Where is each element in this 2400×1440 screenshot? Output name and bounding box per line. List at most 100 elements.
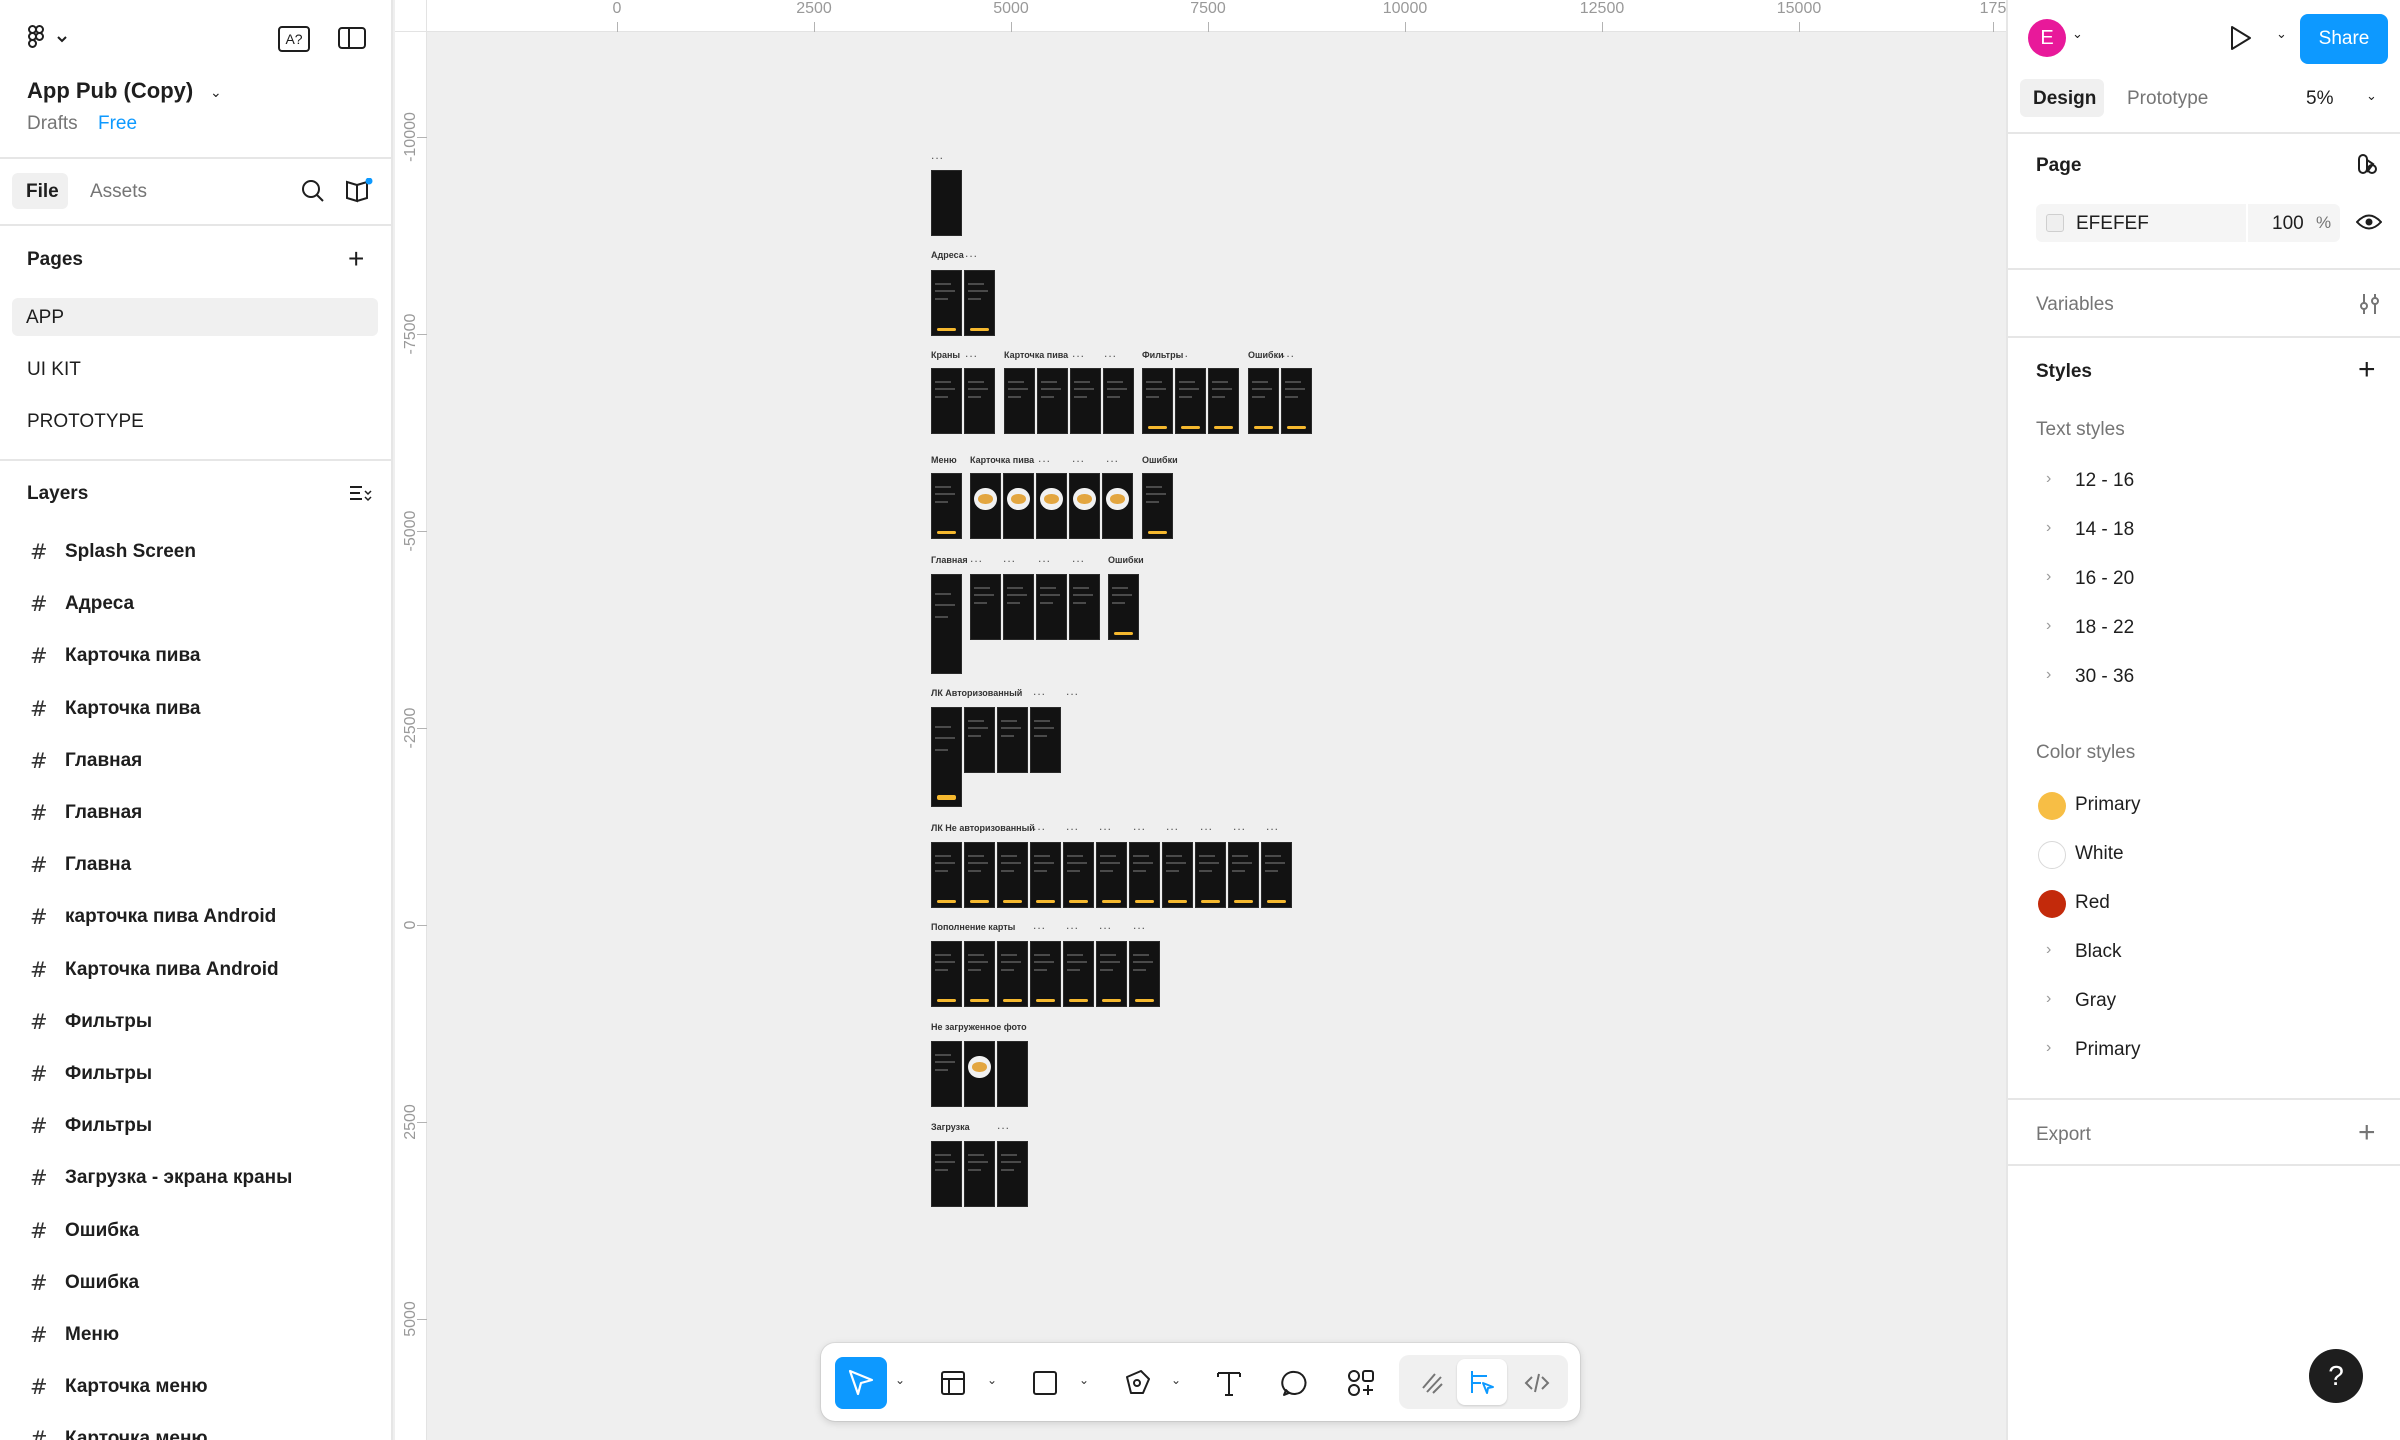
screen-frame[interactable] xyxy=(1096,842,1127,908)
screen-frame[interactable] xyxy=(1175,368,1206,434)
avatar[interactable]: E xyxy=(2028,19,2066,57)
screen-frame[interactable] xyxy=(931,842,962,908)
section-label[interactable]: Карточка пива xyxy=(1004,350,1068,360)
section-label[interactable]: Меню xyxy=(931,455,957,465)
frame-tool-chevron-icon[interactable]: ⌄ xyxy=(987,1373,997,1387)
screen-frame[interactable] xyxy=(1096,941,1127,1007)
screen-frame[interactable] xyxy=(931,1141,962,1207)
section-label[interactable]: ЛК Авторизованный xyxy=(931,688,1022,698)
canvas[interactable]: 0 2500 5000 7500 10000 12500 15000 175 -10000 -7… xyxy=(395,0,2006,1440)
screen-frame[interactable] xyxy=(1142,473,1173,539)
color-style-item[interactable]: Primary xyxy=(2008,784,2400,828)
page-item-ui-kit[interactable]: UI KIT xyxy=(27,359,81,381)
tab-assets[interactable]: Assets xyxy=(90,181,147,203)
screen-frame[interactable] xyxy=(997,941,1028,1007)
dev-mode-button[interactable] xyxy=(1511,1357,1563,1409)
section-label[interactable]: Ошибки xyxy=(1108,555,1144,565)
screen-frame[interactable] xyxy=(1063,842,1094,908)
export-title[interactable]: Export xyxy=(2036,1124,2091,1146)
screen-frame[interactable] xyxy=(964,270,995,336)
search-icon[interactable] xyxy=(300,178,326,209)
screen-frame[interactable] xyxy=(1036,473,1067,539)
section-label[interactable]: Не загруженное фото xyxy=(931,1022,1027,1032)
text-style-item[interactable]: › 18 - 22 xyxy=(2008,607,2400,651)
screen-frame[interactable] xyxy=(931,170,962,236)
screen-frame[interactable] xyxy=(1195,842,1226,908)
layer-item[interactable]: # Главна xyxy=(0,839,391,891)
screen-frame[interactable] xyxy=(1261,842,1292,908)
present-play-icon[interactable] xyxy=(2228,24,2254,57)
zoom-chevron-icon[interactable]: ⌄ xyxy=(2366,88,2377,104)
move-tool-button[interactable] xyxy=(835,1357,887,1409)
shape-tool-chevron-icon[interactable]: ⌄ xyxy=(1079,1373,1089,1387)
text-style-item[interactable]: › 30 - 36 xyxy=(2008,656,2400,700)
tab-file[interactable]: File xyxy=(12,173,68,209)
text-style-item[interactable]: › 14 - 18 xyxy=(2008,509,2400,553)
avatar-chevron-icon[interactable]: ⌄ xyxy=(2072,26,2083,42)
section-label[interactable]: Адреса xyxy=(931,250,964,260)
screen-frame[interactable] xyxy=(1102,473,1133,539)
color-style-item[interactable]: › Gray xyxy=(2008,980,2400,1024)
color-style-item[interactable]: › Primary xyxy=(2008,1029,2400,1073)
text-style-item[interactable]: › 16 - 20 xyxy=(2008,558,2400,602)
screen-frame[interactable] xyxy=(997,1041,1028,1107)
layer-item[interactable]: # Карточка меню xyxy=(0,1361,391,1413)
move-tool-chevron-icon[interactable]: ⌄ xyxy=(895,1373,905,1387)
screen-frame[interactable] xyxy=(1142,368,1173,434)
screen-frame[interactable] xyxy=(1004,368,1035,434)
layer-item[interactable]: # Карточка пива xyxy=(0,630,391,682)
file-location[interactable]: Drafts xyxy=(27,113,78,135)
present-chevron-icon[interactable]: ⌄ xyxy=(2276,26,2287,42)
page-item-app[interactable]: APP xyxy=(12,298,378,336)
layer-item[interactable]: # Адреса xyxy=(0,578,391,630)
section-label[interactable]: Загрузка xyxy=(931,1122,970,1132)
pen-tool-button[interactable] xyxy=(1111,1357,1163,1409)
page-color-value[interactable]: EFEFEF xyxy=(2076,213,2149,235)
screen-frame[interactable] xyxy=(964,707,995,773)
plan-badge[interactable]: Free xyxy=(98,113,137,135)
layer-item[interactable]: # Фильтры xyxy=(0,1048,391,1100)
text-tool-button[interactable] xyxy=(1203,1357,1255,1409)
pen-tool-chevron-icon[interactable]: ⌄ xyxy=(1171,1373,1181,1387)
layer-item[interactable]: # карточка пива Android xyxy=(0,891,391,943)
add-export-icon[interactable]: + xyxy=(2358,1118,2376,1148)
layer-item[interactable]: # Ошибка xyxy=(0,1257,391,1309)
screen-frame[interactable] xyxy=(970,574,1001,640)
layer-item[interactable]: # Карточка меню xyxy=(0,1413,391,1440)
file-menu-chevron-icon[interactable]: ⌄ xyxy=(210,84,222,101)
screen-frame[interactable] xyxy=(931,270,962,336)
layer-item[interactable]: # Меню xyxy=(0,1309,391,1361)
screen-frame[interactable] xyxy=(970,473,1001,539)
section-label[interactable]: Ошибки xyxy=(1248,350,1284,360)
library-icon[interactable] xyxy=(344,177,374,209)
section-label[interactable]: Карточка пива xyxy=(970,455,1034,465)
screen-frame[interactable] xyxy=(964,368,995,434)
screen-frame[interactable] xyxy=(964,1041,995,1107)
screen-frame[interactable] xyxy=(1003,473,1034,539)
layer-item[interactable]: # Главная xyxy=(0,787,391,839)
screen-frame[interactable] xyxy=(1129,842,1160,908)
page-opacity-value[interactable]: 100 xyxy=(2272,213,2304,235)
collapse-layers-icon[interactable] xyxy=(348,483,372,510)
screen-frame[interactable] xyxy=(1063,941,1094,1007)
ai-icon[interactable]: A? xyxy=(278,26,310,52)
layer-item[interactable]: # Загрузка - экрана краны xyxy=(0,1152,391,1204)
draw-mode-button[interactable] xyxy=(1407,1357,1459,1409)
screen-frame[interactable] xyxy=(1030,941,1061,1007)
shape-tool-button[interactable] xyxy=(1019,1357,1071,1409)
share-button[interactable]: Share xyxy=(2300,14,2388,64)
screen-frame[interactable] xyxy=(1162,842,1193,908)
comment-tool-button[interactable] xyxy=(1269,1357,1321,1409)
screen-frame[interactable] xyxy=(1248,368,1279,434)
variables-settings-icon[interactable] xyxy=(2358,292,2382,321)
screen-frame[interactable] xyxy=(1069,473,1100,539)
screen-frame[interactable] xyxy=(964,941,995,1007)
screen-frame[interactable] xyxy=(1037,368,1068,434)
layer-item[interactable]: # Главная xyxy=(0,735,391,787)
file-name[interactable]: App Pub (Copy) xyxy=(27,78,193,104)
design-mode-button[interactable] xyxy=(1457,1359,1507,1405)
screen-frame[interactable] xyxy=(1208,368,1239,434)
screen-frame[interactable] xyxy=(1070,368,1101,434)
section-label[interactable]: Ошибки xyxy=(1142,455,1178,465)
tab-design[interactable]: Design xyxy=(2020,79,2104,117)
